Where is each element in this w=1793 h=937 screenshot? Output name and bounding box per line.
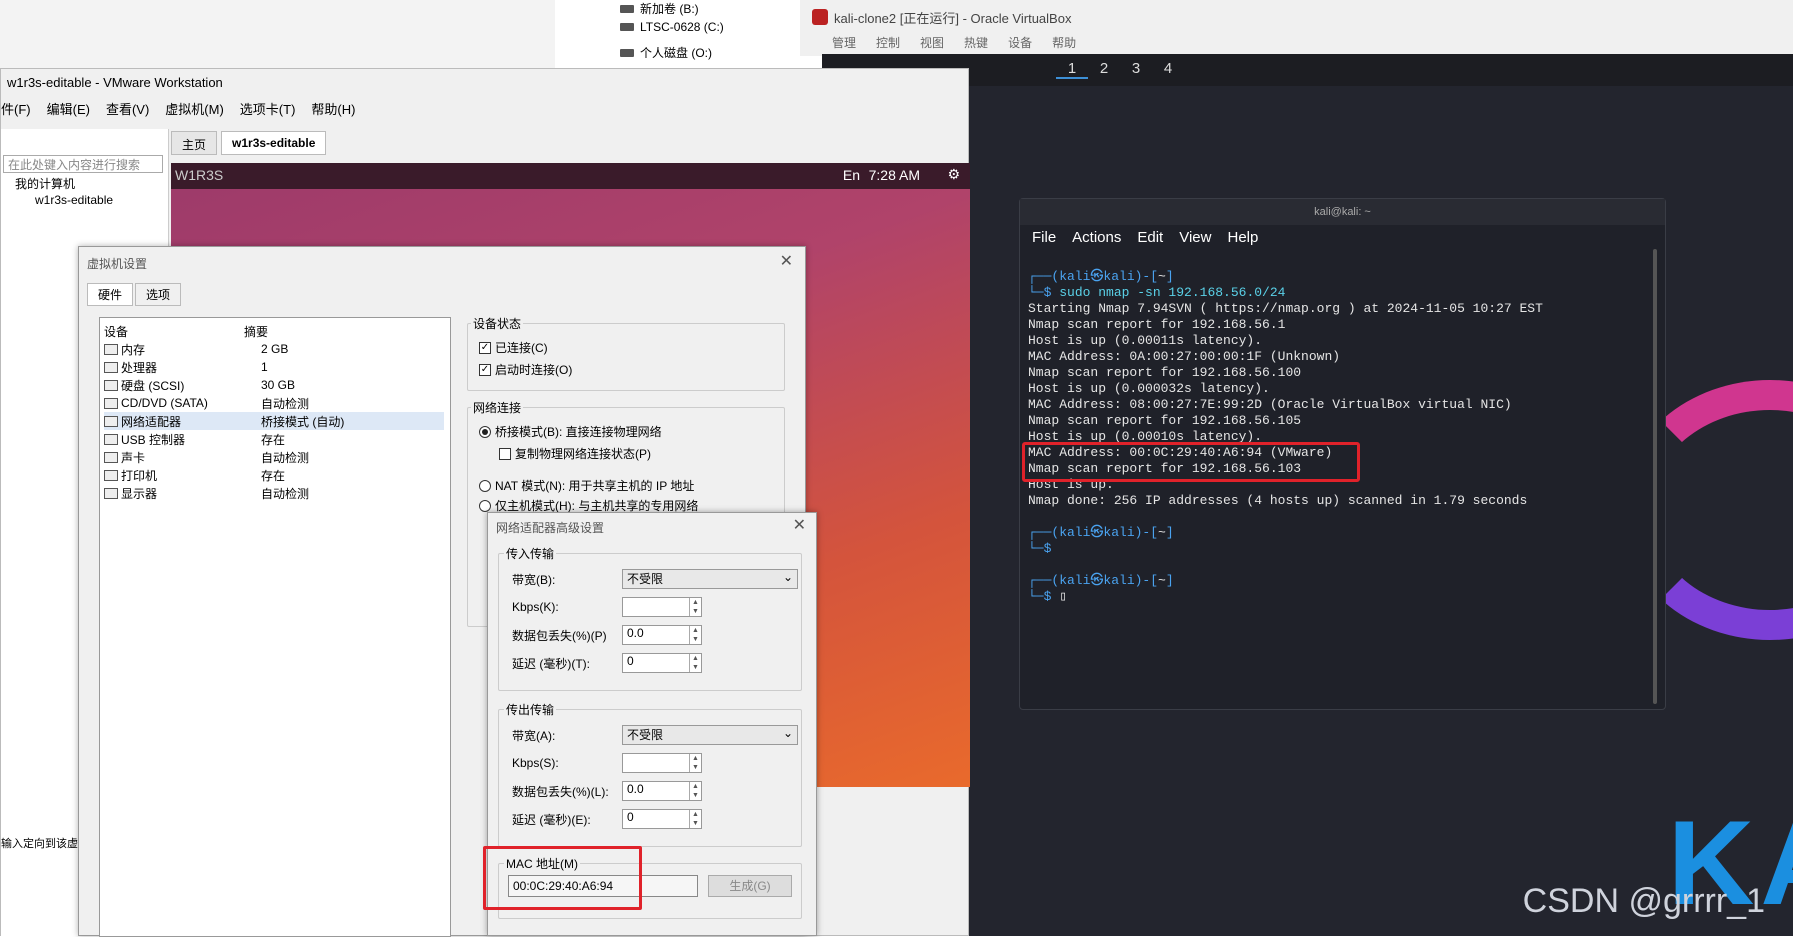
dialog-title: 虚拟机设置 <box>87 257 148 271</box>
incoming-bandwidth-row: 带宽(B): 不受限 ⌄ <box>512 569 798 589</box>
device-row-network-selected[interactable]: 网络适配器 桥接模式 (自动) <box>104 412 444 430</box>
file-explorer-window: 新加卷 (B:) LTSC-0628 (C:) 个人磁盘 (O:) <box>0 0 780 72</box>
tab-home[interactable]: 主页 <box>171 131 218 155</box>
group-label: 网络连接 <box>471 399 524 416</box>
watermark: CSDN @grrrr_1 <box>1522 882 1765 920</box>
menu-help[interactable]: Help <box>1227 229 1258 246</box>
menu-tabs[interactable]: 选项卡(T) <box>240 99 296 118</box>
group-label: 传出传输 <box>504 701 557 718</box>
outgoing-kbps-row: Kbps(S): ▲ ▼ <box>512 753 702 773</box>
library-search-input[interactable]: 在此处键入内容进行搜索 <box>3 155 163 173</box>
tab-vm[interactable]: w1r3s-editable <box>221 131 327 155</box>
terminal-menubar: File Actions Edit View Help <box>1032 229 1258 246</box>
group-label: 传入传输 <box>504 545 557 562</box>
dialog-title: 网络适配器高级设置 <box>496 521 605 535</box>
incoming-kbps-input[interactable]: ▲ ▼ <box>622 597 702 617</box>
drive-item-b[interactable]: 新加卷 (B:) <box>620 0 699 17</box>
menu-file[interactable]: File <box>1032 229 1056 246</box>
highlight-mac-dialog <box>483 846 642 910</box>
menu-help[interactable]: 帮助(H) <box>311 99 355 118</box>
menu-devices[interactable]: 设备 <box>1008 34 1032 51</box>
tree-vm-item[interactable]: w1r3s-editable <box>35 193 113 207</box>
vmware-menubar: 件(F) 编辑(E) 查看(V) 虚拟机(M) 选项卡(T) 帮助(H) <box>1 99 355 118</box>
incoming-bandwidth-select[interactable]: 不受限 ⌄ <box>622 569 798 589</box>
device-header: 设备 摘要 <box>104 324 269 339</box>
outgoing-loss-input[interactable]: 0.0 ▲ ▼ <box>622 781 702 801</box>
drive-icon <box>620 48 634 57</box>
incoming-loss-row: 数据包丢失(%)(P) 0.0 ▲ ▼ <box>512 625 702 645</box>
bridged-radio[interactable]: 桥接模式(B): 直接连接物理网络 <box>479 423 662 440</box>
virtualbox-menubar: 管理 控制 视图 热键 设备 帮助 <box>832 34 1076 51</box>
device-row[interactable]: 显示器 自动检测 <box>104 484 444 502</box>
device-row[interactable]: 内存 2 GB <box>104 340 444 358</box>
highlight-mac-terminal <box>1022 442 1360 482</box>
gear-icon[interactable]: ⚙ <box>947 166 960 183</box>
drive-item-c[interactable]: LTSC-0628 (C:) <box>620 20 724 34</box>
drive-icon <box>620 4 634 13</box>
device-list: 设备 摘要 内存 2 GB 处理器 1 硬盘 (SCSI) 30 GB CD/DVD (… <box>99 317 451 937</box>
incoming-kbps-row: Kbps(K): ▲ ▼ <box>512 597 702 617</box>
outgoing-loss-row: 数据包丢失(%)(L): 0.0 ▲ ▼ <box>512 781 702 801</box>
terminal-title: kali@kali: ~ <box>1020 199 1665 225</box>
menu-manage[interactable]: 管理 <box>832 34 856 51</box>
replicate-checkbox[interactable]: 复制物理网络连接状态(P) <box>499 445 651 462</box>
close-icon[interactable]: ✕ <box>780 251 793 271</box>
menu-hotkey[interactable]: 热键 <box>964 34 988 51</box>
workspace-1[interactable]: 1 <box>1056 60 1088 79</box>
guest-name: W1R3S <box>175 167 224 183</box>
menu-edit[interactable]: Edit <box>1137 229 1163 246</box>
explorer-gray-pane <box>0 0 555 72</box>
device-row[interactable]: USB 控制器 存在 <box>104 430 444 448</box>
outgoing-latency-input[interactable]: 0 ▲ ▼ <box>622 809 702 829</box>
vmware-title: w1r3s-editable - VMware Workstation <box>7 75 223 90</box>
menu-file[interactable]: 件(F) <box>1 99 31 118</box>
menu-view[interactable]: 视图 <box>920 34 944 51</box>
virtualbox-icon <box>812 9 828 25</box>
menu-vm[interactable]: 虚拟机(M) <box>165 99 224 118</box>
vm-tabs: 主页 w1r3s-editable <box>171 131 327 155</box>
lang-indicator[interactable]: En <box>843 167 860 183</box>
workspace-3[interactable]: 3 <box>1120 60 1152 77</box>
tab-hardware[interactable]: 硬件 <box>87 283 134 306</box>
guest-clock: 7:28 AM <box>868 167 920 183</box>
generate-button[interactable]: 生成(G) <box>708 875 792 897</box>
outgoing-bandwidth-row: 带宽(A): 不受限 ⌄ <box>512 725 798 745</box>
device-row[interactable]: 硬盘 (SCSI) 30 GB <box>104 376 444 394</box>
group-label: 设备状态 <box>471 315 524 332</box>
menu-control[interactable]: 控制 <box>876 34 900 51</box>
incoming-loss-input[interactable]: 0.0 ▲ ▼ <box>622 625 702 645</box>
outgoing-kbps-input[interactable]: ▲ ▼ <box>622 753 702 773</box>
settings-tabs: 硬件 选项 <box>87 283 182 306</box>
device-row[interactable]: CD/DVD (SATA) 自动检测 <box>104 394 444 412</box>
tab-options[interactable]: 选项 <box>135 283 182 306</box>
terminal-scrollbar[interactable] <box>1653 249 1657 704</box>
menu-actions[interactable]: Actions <box>1072 229 1121 246</box>
device-row[interactable]: 声卡 自动检测 <box>104 448 444 466</box>
device-status-group <box>467 323 785 391</box>
incoming-latency-row: 延迟 (毫秒)(T): 0 ▲ ▼ <box>512 653 702 673</box>
drive-icon <box>620 23 634 31</box>
menu-view[interactable]: View <box>1179 229 1211 246</box>
workspace-2[interactable]: 2 <box>1088 60 1120 77</box>
menu-edit[interactable]: 编辑(E) <box>47 99 90 118</box>
tree-my-computer[interactable]: 我的计算机 <box>15 175 75 192</box>
device-row[interactable]: 打印机 存在 <box>104 466 444 484</box>
incoming-latency-input[interactable]: 0 ▲ ▼ <box>622 653 702 673</box>
outgoing-latency-row: 延迟 (毫秒)(E): 0 ▲ ▼ <box>512 809 702 829</box>
outgoing-bandwidth-select[interactable]: 不受限 ⌄ <box>622 725 798 745</box>
connected-checkbox[interactable]: ✓ 已连接(C) <box>479 339 548 356</box>
nat-radio[interactable]: NAT 模式(N): 用于共享主机的 IP 地址 <box>479 477 694 494</box>
device-row[interactable]: 处理器 1 <box>104 358 444 376</box>
drive-item-o[interactable]: 个人磁盘 (O:) <box>620 44 712 61</box>
workspace-4[interactable]: 4 <box>1152 60 1184 77</box>
guest-topbar: W1R3S En 7:28 AM ⚙ <box>171 163 970 189</box>
menu-help[interactable]: 帮助 <box>1052 34 1076 51</box>
connect-on-start-checkbox[interactable]: ✓ 启动时连接(O) <box>479 361 572 378</box>
virtualbox-title: kali-clone2 [正在运行] - Oracle VirtualBox <box>812 6 1071 28</box>
status-text: 输入定向到该虚 <box>1 838 78 850</box>
terminal-output[interactable]: ┌──(kali㉿kali)-[~] └─$ sudo nmap -sn 192… <box>1028 269 1543 605</box>
menu-view[interactable]: 查看(V) <box>106 99 149 118</box>
close-icon[interactable]: ✕ <box>793 515 806 535</box>
